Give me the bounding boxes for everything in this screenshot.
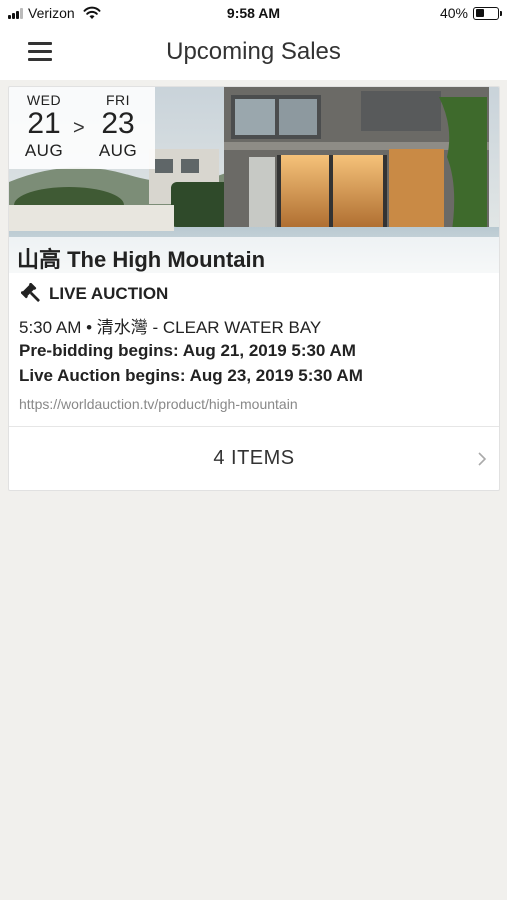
pre-bidding-date: Pre-bidding begins: Aug 21, 2019 5:30 AM <box>19 341 356 360</box>
start-date: WED 21 AUG <box>19 92 69 161</box>
start-month: AUG <box>24 141 64 160</box>
end-date: FRI 23 AUG <box>93 92 143 161</box>
end-month: AUG <box>98 141 138 160</box>
chevron-right-icon <box>478 452 487 466</box>
status-time: 9:58 AM <box>226 5 281 21</box>
sale-card[interactable]: WED 21 AUG > FRI 23 AUG 山高 The High Moun… <box>8 86 500 491</box>
gavel-icon <box>21 283 40 302</box>
status-right: 40% <box>439 5 502 21</box>
start-weekday: WED <box>26 92 62 108</box>
status-bar: Verizon 9:58 AM 40% <box>0 0 507 26</box>
sale-url-link[interactable]: https://worldauction.tv/product/high-mou… <box>19 396 298 412</box>
sale-title-bar: 山高 The High Mountain <box>9 237 499 273</box>
auction-type: LIVE AUCTION <box>21 283 168 305</box>
date-separator: > <box>73 117 85 139</box>
date-range: WED 21 AUG > FRI 23 AUG <box>9 87 155 169</box>
items-button[interactable]: 4 ITEMS <box>9 427 499 490</box>
battery-fill <box>475 9 484 17</box>
auction-type-label: LIVE AUCTION <box>49 284 169 303</box>
live-auction-date: Live Auction begins: Aug 23, 2019 5:30 A… <box>19 366 363 385</box>
page-title: Upcoming Sales <box>166 38 341 65</box>
sale-title[interactable]: 山高 The High Mountain <box>17 242 265 273</box>
end-weekday: FRI <box>105 92 131 108</box>
battery-icon <box>473 6 502 20</box>
sale-hero-image[interactable]: WED 21 AUG > FRI 23 AUG 山高 The High Moun… <box>9 87 499 273</box>
start-day: 21 <box>27 107 61 140</box>
time-location: 5:30 AM • 清水灣 - CLEAR WATER BAY <box>19 318 322 337</box>
nav-bar: Upcoming Sales <box>0 26 507 80</box>
end-day: 23 <box>101 107 135 140</box>
items-count-label: 4 ITEMS <box>213 447 295 469</box>
battery-percent: 40% <box>439 5 468 21</box>
